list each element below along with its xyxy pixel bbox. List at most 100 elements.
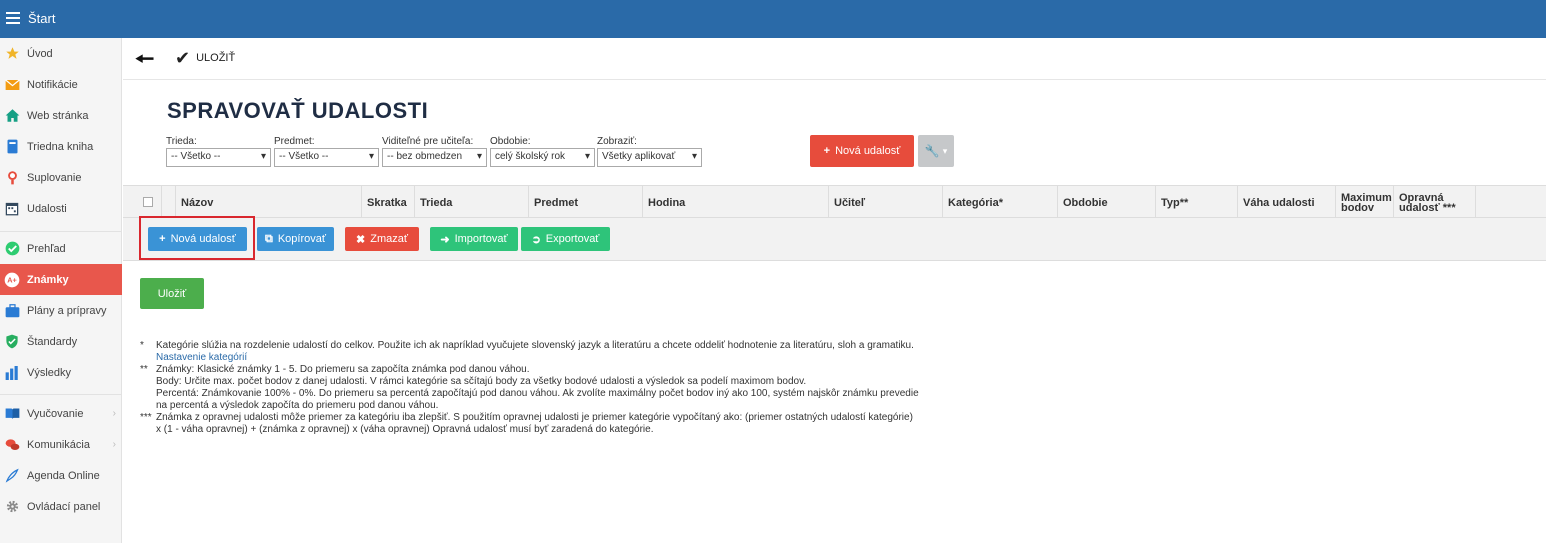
select-all-checkbox[interactable]: [143, 197, 153, 207]
back-arrow-icon[interactable]: 🠔: [135, 48, 154, 70]
new-event-button[interactable]: + Nová udalosť: [148, 227, 247, 251]
copy-button[interactable]: ⧉ Kopírovať: [257, 227, 334, 251]
column-header-obdobie[interactable]: Obdobie: [1057, 186, 1155, 219]
sidebar-item-ovladaci-panel[interactable]: Ovládací panel: [0, 491, 122, 522]
filter-predmet: Predmet: -- Všetko --: [274, 136, 379, 167]
sidebar: Úvod Notifikácie Web stránka Triedna kni…: [0, 38, 122, 543]
save-button[interactable]: Uložiť: [140, 278, 204, 309]
sidebar-item-prehlad[interactable]: Prehľad: [0, 233, 122, 264]
house-icon: [4, 108, 20, 124]
column-header-typ[interactable]: Typ**: [1155, 186, 1237, 219]
gear-icon: [4, 499, 20, 515]
sidebar-item-vysledky[interactable]: Výsledky: [0, 357, 122, 388]
category-settings-link[interactable]: Nastavenie kategórií: [156, 352, 247, 363]
grades-icon: A+: [4, 272, 20, 288]
footnote-mark: ***: [140, 412, 152, 423]
sidebar-item-label: Známky: [27, 273, 69, 286]
new-event-label: Nová udalosť: [170, 233, 236, 245]
check-circle-icon: [4, 241, 20, 257]
envelope-icon: [4, 77, 20, 93]
app-title[interactable]: Štart: [28, 11, 55, 26]
sidebar-item-notifikacie[interactable]: Notifikácie: [0, 69, 122, 100]
events-table-header: Názov Skratka Trieda Predmet Hodina Učit…: [123, 185, 1546, 219]
main-content: 🠔 ✔ ULOŽIŤ SPRAVOVAŤ UDALOSTI Trieda: --…: [123, 38, 1546, 543]
import-button[interactable]: ➜ Importovať: [430, 227, 518, 251]
column-header-nazov[interactable]: Názov: [175, 186, 364, 219]
filter-zobrazit: Zobraziť: Všetky aplikovať: [597, 136, 702, 167]
x-icon: ✖: [356, 233, 366, 246]
import-label: Importovať: [454, 233, 508, 245]
sidebar-item-suplovanie[interactable]: Suplovanie: [0, 162, 122, 193]
trieda-select[interactable]: -- Všetko --: [166, 148, 271, 167]
sidebar-item-uvod[interactable]: Úvod: [0, 38, 122, 69]
filter-label: Predmet:: [274, 136, 315, 147]
filter-label: Obdobie:: [490, 136, 531, 147]
caret-down-icon: ▾: [942, 145, 948, 156]
filter-label: Zobraziť:: [597, 136, 637, 147]
sidebar-item-label: Udalosti: [27, 202, 67, 215]
export-button[interactable]: ➲ Exportovať: [521, 227, 610, 251]
book-icon: [4, 139, 20, 155]
predmet-select[interactable]: -- Všetko --: [274, 148, 379, 167]
book-open-icon: [4, 406, 20, 422]
column-header-vaha[interactable]: Váha udalosti: [1237, 186, 1335, 219]
sign-in-icon: ➜: [440, 233, 450, 246]
sidebar-item-triedna-kniha[interactable]: Triedna kniha: [0, 131, 122, 162]
copy-icon: ⧉: [264, 232, 273, 245]
sidebar-item-agenda-online[interactable]: Agenda Online: [0, 460, 122, 491]
substitute-icon: [4, 170, 20, 186]
sidebar-divider: [0, 394, 122, 395]
column-header-predmet[interactable]: Predmet: [528, 186, 642, 219]
sidebar-item-label: Úvod: [27, 47, 53, 60]
sidebar-item-label: Ovládací panel: [27, 500, 101, 513]
pen-icon: [4, 468, 20, 484]
column-header-maximum-bodov[interactable]: Maximum bodov: [1335, 186, 1393, 219]
footnote-text: Body: Určite max. počet bodov z danej ud…: [156, 376, 807, 387]
footnote-mark: **: [140, 364, 148, 375]
filter-obdobie: Obdobie: celý školský rok: [490, 136, 595, 167]
column-header-hodina[interactable]: Hodina: [642, 186, 828, 219]
calendar-icon: [4, 201, 20, 217]
sidebar-item-web-stranka[interactable]: Web stránka: [0, 100, 122, 131]
sidebar-item-label: Notifikácie: [27, 78, 78, 91]
sidebar-item-label: Štandardy: [27, 335, 78, 348]
column-header-ucitel[interactable]: Učiteľ: [828, 186, 942, 219]
sidebar-item-komunikacia[interactable]: Komunikácia ›: [0, 429, 122, 460]
save-toolbar-label: ULOŽIŤ: [196, 52, 236, 64]
obdobie-select[interactable]: celý školský rok: [490, 148, 595, 167]
page-title: SPRAVOVAŤ UDALOSTI: [167, 98, 429, 123]
viditelne-select[interactable]: -- bez obmedzen: [382, 148, 487, 167]
footnote-text: Kategórie slúžia na rozdelenie udalostí …: [156, 340, 914, 351]
column-spacer: [161, 186, 175, 219]
top-bar: Štart: [0, 0, 1546, 38]
toolbar: 🠔 ✔ ULOŽIŤ: [123, 38, 1546, 80]
new-event-button-top[interactable]: + Nová udalosť: [810, 135, 914, 167]
delete-label: Zmazať: [370, 233, 408, 245]
sidebar-item-label: Komunikácia: [27, 438, 90, 451]
tools-dropdown-button[interactable]: 🔧 ▾: [918, 135, 954, 167]
plus-icon: +: [159, 233, 166, 245]
chevron-right-icon: ›: [112, 408, 116, 419]
hamburger-menu-icon[interactable]: [6, 12, 20, 24]
column-header-skratka[interactable]: Skratka: [361, 186, 411, 219]
chat-icon: [4, 437, 20, 453]
new-event-label: Nová udalosť: [835, 145, 901, 157]
sidebar-item-label: Web stránka: [27, 109, 89, 122]
briefcase-icon: [4, 303, 20, 319]
sidebar-item-standardy[interactable]: Štandardy: [0, 326, 122, 357]
sidebar-item-znamky[interactable]: A+ Známky: [0, 264, 122, 295]
save-toolbar-button[interactable]: ✔ ULOŽIŤ: [175, 49, 236, 67]
sidebar-item-plany[interactable]: Plány a prípravy: [0, 295, 122, 326]
sidebar-item-vyucovanie[interactable]: Vyučovanie ›: [0, 398, 122, 429]
sidebar-item-udalosti[interactable]: Udalosti: [0, 193, 122, 224]
footnote-corrective: *** Známka z opravnej udalosti môže prie…: [140, 412, 920, 436]
footnote-types: ** Známky: Klasické známky 1 - 5. Do pri…: [140, 364, 920, 412]
column-header-kategoria[interactable]: Kategória*: [942, 186, 1056, 219]
filter-viditelne: Viditeľné pre učiteľa: -- bez obmedzen: [382, 136, 487, 167]
wrench-icon: 🔧: [924, 144, 940, 158]
zobrazit-select[interactable]: Všetky aplikovať: [597, 148, 702, 167]
column-header-trieda[interactable]: Trieda: [414, 186, 528, 219]
filter-label: Trieda:: [166, 136, 197, 147]
column-header-opravna[interactable]: Opravná udalosť ***: [1393, 186, 1475, 219]
delete-button[interactable]: ✖ Zmazať: [345, 227, 419, 251]
